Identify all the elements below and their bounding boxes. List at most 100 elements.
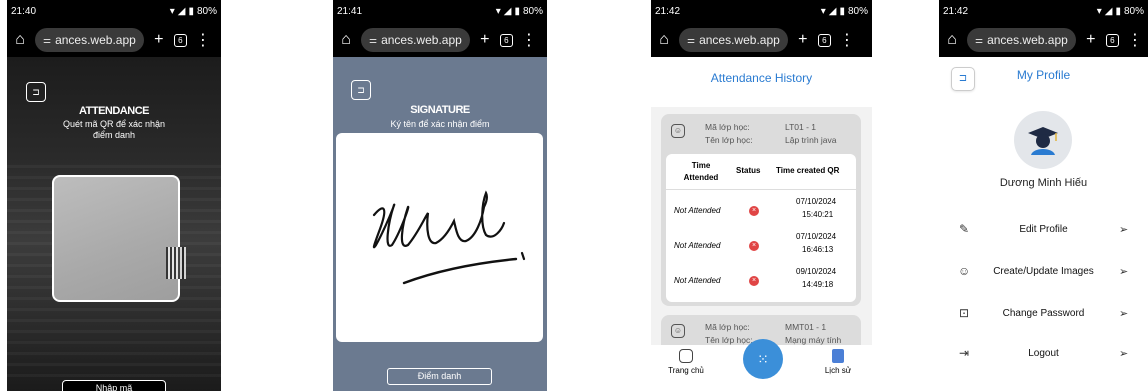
tab-count[interactable]: 6 <box>499 33 513 47</box>
new-tab-icon[interactable]: + <box>152 31 166 49</box>
address-bar[interactable]: ⚌ ances.web.app <box>679 28 788 52</box>
tab-count[interactable]: 6 <box>173 33 187 47</box>
page-title: My Profile <box>1016 68 1071 82</box>
more-menu-icon[interactable]: ⋮ <box>1127 30 1143 50</box>
enter-code-button[interactable]: Nhập mã <box>62 380 166 391</box>
signature-screen: 21:41 ▾ ◢ ▮ 80% ⌂ ⚌ ances.web.app + 6 ⋮ ⊐ S… <box>333 0 547 391</box>
attend-button[interactable]: Điểm danh <box>387 368 492 385</box>
header-time-created: Time created QR <box>776 166 840 175</box>
class-code: MMT01 - 1 <box>785 322 827 332</box>
signal-icon: ◢ <box>503 6 512 17</box>
menu-label: Edit Profile <box>1019 223 1068 235</box>
avatar[interactable] <box>1014 111 1072 169</box>
class-name: Mạng máy tính <box>785 335 842 345</box>
error-status-icon: × <box>749 276 759 286</box>
row-created-date: 07/10/2024 <box>796 197 837 206</box>
history-icon <box>832 349 844 363</box>
battery-level: 80% <box>1123 6 1144 17</box>
nav-history[interactable]: Lịch sử <box>813 349 863 375</box>
more-menu-icon[interactable]: ⋮ <box>195 30 211 50</box>
error-status-icon: × <box>749 241 759 251</box>
divider <box>666 189 856 190</box>
site-settings-icon[interactable]: ⚌ <box>369 35 377 46</box>
site-settings-icon[interactable]: ⚌ <box>43 35 51 46</box>
menu-label: Change Password <box>1002 307 1085 319</box>
status-bar: 21:41 ▾ ◢ ▮ 80% <box>333 0 547 23</box>
wifi-icon: ▾ <box>820 6 826 17</box>
user-icon: ☺ <box>671 124 685 138</box>
new-tab-icon[interactable]: + <box>796 31 810 49</box>
scan-qr-button[interactable]: ⁙ <box>743 339 783 379</box>
signal-icon: ◢ <box>1104 6 1113 17</box>
more-menu-icon[interactable]: ⋮ <box>521 30 537 50</box>
menu-logout[interactable]: ⇥ Logout ➢ <box>939 338 1148 368</box>
row-created-date: 07/10/2024 <box>796 232 837 241</box>
url-text: ances.web.app <box>699 33 780 47</box>
status-bar: 21:40 ▾ ◢ ▮ 80% <box>7 0 221 23</box>
class-card[interactable]: ☺ Mã lớp học: LT01 - 1 Tên lớp học: Lập … <box>661 114 861 306</box>
more-menu-icon[interactable]: ⋮ <box>839 30 855 50</box>
address-bar[interactable]: ⚌ ances.web.app <box>967 28 1076 52</box>
class-name-label: Tên lớp học: <box>705 135 753 145</box>
back-button[interactable]: ⊐ <box>26 82 46 102</box>
class-name-label: Tên lớp học: <box>705 335 753 345</box>
menu-change-password[interactable]: ⊡ Change Password ➢ <box>939 298 1148 328</box>
url-text: ances.web.app <box>987 33 1068 47</box>
nav-home-label: Trang chủ <box>668 366 704 375</box>
header-time-attended: Time Attended <box>683 161 719 182</box>
home-icon <box>679 349 693 363</box>
battery-icon: ▮ <box>514 6 520 17</box>
home-icon[interactable]: ⌂ <box>657 31 671 49</box>
menu-label: Create/Update Images <box>993 265 1094 277</box>
row-created-time: 15:40:21 <box>802 210 834 219</box>
tab-count[interactable]: 6 <box>817 33 831 47</box>
nav-home[interactable]: Trang chủ <box>661 349 711 375</box>
user-icon: ☺ <box>671 324 685 338</box>
class-name: Lập trình java <box>785 135 837 145</box>
attendance-table: Time Attended Status Time created QR Not… <box>666 154 856 302</box>
graduate-avatar-icon <box>1028 127 1058 155</box>
send-arrow-icon: ➢ <box>1119 223 1129 236</box>
home-icon[interactable]: ⌂ <box>945 31 959 49</box>
qr-scan-icon: ⁙ <box>757 351 769 367</box>
status-time: 21:42 <box>655 6 681 17</box>
site-settings-icon[interactable]: ⚌ <box>687 35 695 46</box>
header-status: Status <box>736 166 761 175</box>
signal-icon: ◢ <box>177 6 186 17</box>
home-icon[interactable]: ⌂ <box>13 31 27 49</box>
address-bar[interactable]: ⚌ ances.web.app <box>35 28 144 52</box>
new-tab-icon[interactable]: + <box>1084 31 1098 49</box>
attendance-screen: 21:40 ▾ ◢ ▮ 80% ⌂ ⚌ ances.web.app + 6 ⋮ ⊐ A… <box>7 0 221 391</box>
send-arrow-icon: ➢ <box>1119 265 1129 278</box>
bottom-nav: Trang chủ ⁙ Lịch sử <box>651 339 872 391</box>
class-code: LT01 - 1 <box>785 122 817 132</box>
page-title: SIGNATURE <box>410 104 470 116</box>
menu-create-update-images[interactable]: ☺ Create/Update Images ➢ <box>939 256 1148 286</box>
row-created-time: 14:49:18 <box>802 280 834 289</box>
wifi-icon: ▾ <box>169 6 175 17</box>
status-bar: 21:42 ▾ ◢ ▮ 80% <box>939 0 1148 23</box>
signature-pad[interactable] <box>336 133 543 342</box>
browser-toolbar: ⌂ ⚌ ances.web.app + 6 ⋮ <box>651 23 872 57</box>
status-time: 21:42 <box>943 6 969 17</box>
page-title: ATTENDANCE <box>79 105 149 117</box>
user-name: Dương Minh Hiếu <box>999 177 1088 189</box>
status-time: 21:41 <box>337 6 363 17</box>
browser-toolbar: ⌂ ⚌ ances.web.app + 6 ⋮ <box>7 23 221 57</box>
profile-screen: 21:42 ▾ ◢ ▮ 80% ⌂ ⚌ ances.web.app + 6 ⋮ ⊐ M… <box>939 0 1148 391</box>
row-created-date: 09/10/2024 <box>796 267 837 276</box>
signal-icon: ◢ <box>828 6 837 17</box>
site-settings-icon[interactable]: ⚌ <box>975 35 983 46</box>
battery-level: 80% <box>196 6 217 17</box>
instruction-line1: Quét mã QR để xác nhận <box>62 119 166 129</box>
home-icon[interactable]: ⌂ <box>339 31 353 49</box>
qr-code-preview <box>166 247 186 279</box>
tab-count[interactable]: 6 <box>1105 33 1119 47</box>
menu-edit-profile[interactable]: ✎ Edit Profile ➢ <box>939 214 1148 244</box>
back-button[interactable]: ⊐ <box>351 80 371 100</box>
address-bar[interactable]: ⚌ ances.web.app <box>361 28 470 52</box>
row-time-attended: Not Attended <box>674 276 721 285</box>
new-tab-icon[interactable]: + <box>478 31 492 49</box>
wifi-icon: ▾ <box>495 6 501 17</box>
status-time: 21:40 <box>11 6 37 17</box>
